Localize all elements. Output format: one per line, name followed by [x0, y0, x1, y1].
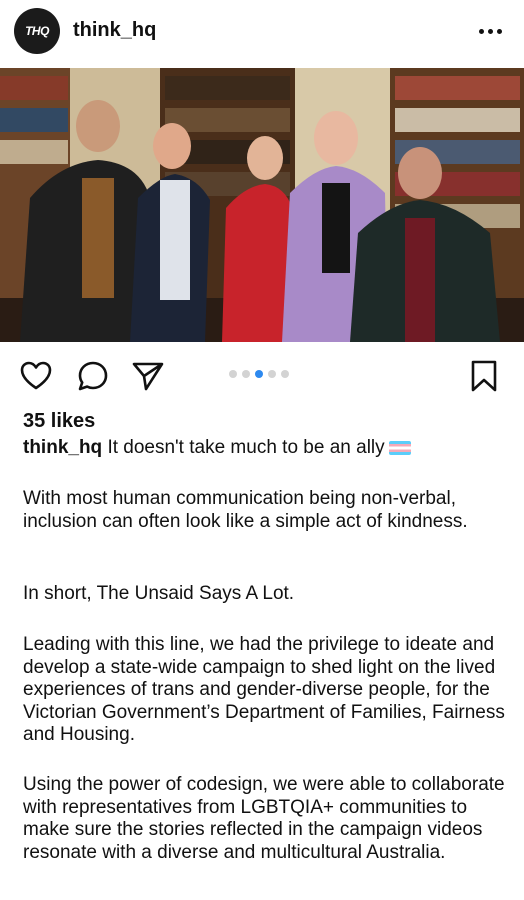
caption-username[interactable]: think_hq	[23, 437, 102, 458]
carousel-dot	[268, 370, 276, 378]
carousel-indicator	[229, 370, 289, 378]
caption-paragraph-1: With most human communication being non-…	[23, 488, 468, 532]
post-image[interactable]	[0, 68, 524, 342]
avatar[interactable]: THQ	[14, 8, 60, 54]
carousel-dot	[242, 370, 250, 378]
caption-text: It doesn't take much to be an ally	[107, 437, 385, 458]
likes-count[interactable]: 35 likes	[23, 410, 95, 433]
avatar-logo-text: THQ	[25, 24, 49, 38]
transgender-flag-icon	[388, 440, 411, 455]
bookmark-icon[interactable]	[467, 359, 501, 393]
carousel-dot	[229, 370, 237, 378]
heart-icon[interactable]	[19, 359, 53, 393]
caption-first-line: think_hq It doesn't take much to be an a…	[23, 436, 503, 459]
caption-paragraph-4: Using the power of codesign, we were abl…	[23, 774, 505, 863]
caption-paragraph-2: In short, The Unsaid Says A Lot.	[23, 583, 295, 604]
caption-paragraph-3: Leading with this line, we had the privi…	[23, 634, 505, 745]
send-icon[interactable]	[131, 359, 165, 393]
more-options-icon[interactable]	[479, 23, 507, 39]
carousel-dot-active	[255, 370, 263, 378]
post-header: THQ think_hq	[0, 0, 524, 64]
username-link[interactable]: think_hq	[73, 19, 156, 42]
carousel-dot	[281, 370, 289, 378]
comment-icon[interactable]	[76, 359, 110, 393]
